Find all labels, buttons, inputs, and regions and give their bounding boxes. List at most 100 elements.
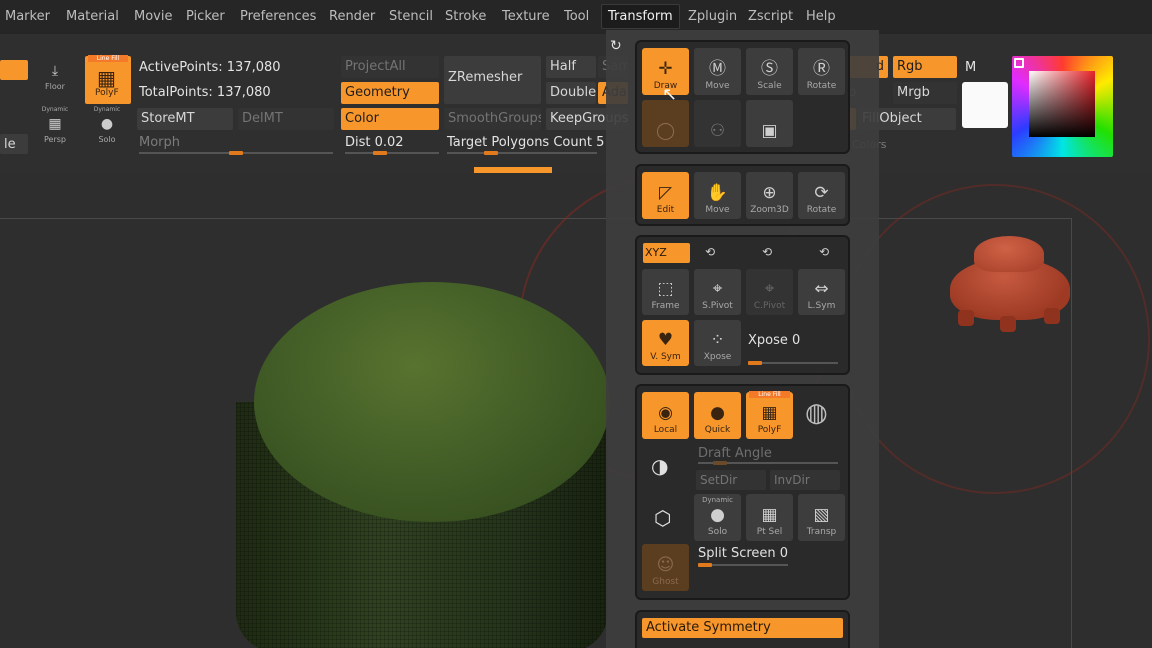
menu-bar: Marker Material Movie Picker Preferences… bbox=[0, 0, 1152, 34]
quick-sphere-icon: ● bbox=[710, 403, 725, 423]
rotate-view-button[interactable]: ⟳ Rotate bbox=[798, 172, 845, 219]
menu-stroke[interactable]: Stroke bbox=[445, 9, 486, 24]
rotate-z-icon[interactable]: ⟲ bbox=[819, 245, 829, 259]
cube-icon[interactable]: ⬡ bbox=[654, 506, 671, 530]
dock-tab-indicator[interactable] bbox=[474, 167, 552, 173]
transp-icon: ▧ bbox=[813, 505, 830, 525]
setdir-button[interactable]: SetDir bbox=[696, 470, 766, 490]
scale-button[interactable]: Ⓢ Scale bbox=[746, 48, 793, 95]
m-button[interactable]: M bbox=[965, 60, 976, 75]
menu-render[interactable]: Render bbox=[329, 9, 375, 24]
menu-zplugin[interactable]: Zplugin bbox=[688, 9, 737, 24]
menu-movie[interactable]: Movie bbox=[134, 9, 172, 24]
xpose-slider-label: Xpose 0 bbox=[748, 333, 801, 348]
xpose-slider-thumb[interactable] bbox=[748, 361, 762, 365]
menu-help[interactable]: Help bbox=[806, 9, 836, 24]
mrgb-button[interactable]: Mrgb bbox=[893, 82, 957, 104]
menu-stencil[interactable]: Stencil bbox=[389, 9, 433, 24]
ghost-icon: ☺ bbox=[656, 555, 675, 575]
local-button[interactable]: ◉ Local bbox=[642, 392, 689, 439]
smooth-groups-button[interactable]: SmoothGroups bbox=[444, 108, 541, 130]
color-button[interactable]: Color bbox=[341, 108, 439, 130]
color-picker-square[interactable] bbox=[1029, 71, 1095, 137]
persp-button[interactable]: Dynamic ▦ Persp bbox=[40, 106, 70, 144]
menu-transform[interactable]: Transform bbox=[601, 4, 680, 29]
xyz-button[interactable]: XYZ bbox=[643, 243, 690, 263]
frame-button[interactable]: ⬚ Frame bbox=[642, 269, 689, 315]
rotate-button[interactable]: Ⓡ Rotate bbox=[798, 48, 845, 95]
invdir-button[interactable]: InvDir bbox=[770, 470, 840, 490]
persp-tag: Dynamic bbox=[41, 106, 69, 113]
partial-orange-button[interactable] bbox=[0, 60, 28, 80]
mouse-cursor-icon: ↖ bbox=[662, 84, 678, 105]
menu-marker[interactable]: Marker bbox=[5, 9, 50, 24]
pot-leg-right bbox=[1044, 308, 1060, 324]
menu-preferences[interactable]: Preferences bbox=[240, 9, 316, 24]
morph-slider-thumb[interactable] bbox=[229, 151, 243, 155]
dist-slider[interactable] bbox=[345, 152, 439, 154]
snapshot-button[interactable]: ▣ bbox=[746, 100, 793, 147]
polyf-panel-button[interactable]: Line Fill ▦ PolyF bbox=[746, 391, 793, 439]
quick-button[interactable]: ● Quick bbox=[694, 392, 741, 439]
xpose-icon: ⁘ bbox=[710, 330, 725, 350]
rotation-gizmo-ring-2 bbox=[840, 184, 1150, 494]
menu-picker[interactable]: Picker bbox=[186, 9, 225, 24]
spivot-button[interactable]: ⌖ S.Pivot bbox=[694, 269, 741, 315]
target-polygons-slider[interactable] bbox=[447, 152, 597, 154]
hand-icon: ✋ bbox=[706, 183, 729, 203]
draft-angle-label: Draft Angle bbox=[698, 446, 772, 461]
rgb-button[interactable]: Rgb bbox=[893, 56, 957, 78]
partial-left-button[interactable]: le bbox=[0, 134, 28, 154]
transp-button[interactable]: ▧ Transp bbox=[798, 494, 845, 541]
wire-sphere-icon[interactable]: ◍ bbox=[805, 398, 828, 428]
draft-angle-slider-thumb[interactable] bbox=[713, 461, 727, 465]
target-polygons-slider-thumb[interactable] bbox=[484, 151, 498, 155]
zremesher-button[interactable]: ZRemesher bbox=[444, 56, 541, 104]
vsym-button[interactable]: ♥ V. Sym bbox=[642, 320, 689, 366]
rotate-label: Rotate bbox=[806, 81, 837, 91]
rotate-ccw-icon[interactable]: ↻ bbox=[610, 38, 622, 54]
rotate-r-icon: Ⓡ bbox=[813, 59, 830, 79]
activate-symmetry-button[interactable]: Activate Symmetry bbox=[642, 618, 843, 638]
cpivot-button[interactable]: ⌖ C.Pivot bbox=[746, 269, 793, 315]
contrast-toggle-icon[interactable]: ◑ bbox=[651, 454, 668, 478]
lsym-button[interactable]: ⇔ L.Sym bbox=[798, 269, 845, 315]
ptsel-grid-icon: ▦ bbox=[761, 505, 778, 525]
ghost-button[interactable]: ☺ Ghost bbox=[642, 544, 689, 591]
split-screen-slider-label: Split Screen 0 bbox=[698, 546, 789, 561]
zoom3d-button[interactable]: ⊕ Zoom3D bbox=[746, 172, 793, 219]
ptsel-button[interactable]: ▦ Pt Sel bbox=[746, 494, 793, 541]
half-button[interactable]: Half bbox=[546, 56, 596, 78]
split-screen-slider-thumb[interactable] bbox=[698, 563, 712, 567]
rotate-y-icon[interactable]: ⟲ bbox=[762, 245, 772, 259]
rotate-x-icon[interactable]: ⟲ bbox=[705, 245, 715, 259]
menu-tool[interactable]: Tool bbox=[564, 9, 589, 24]
vsym-heart-icon: ♥ bbox=[657, 330, 674, 350]
menu-texture[interactable]: Texture bbox=[502, 9, 550, 24]
customize-gizmo-button[interactable]: ⚇ bbox=[694, 100, 741, 147]
xpose-button[interactable]: ⁘ Xpose bbox=[694, 320, 741, 366]
project-all-button[interactable]: ProjectAll bbox=[341, 56, 439, 78]
polyf-button[interactable]: Line Fill ▦ PolyF bbox=[85, 55, 131, 104]
main-color-swatch[interactable] bbox=[962, 82, 1008, 128]
transform-group-edit: ◸ Edit ✋ Move ⊕ Zoom3D ⟳ Rotate bbox=[635, 164, 850, 226]
menu-material[interactable]: Material bbox=[66, 9, 119, 24]
xpose-label: Xpose bbox=[703, 352, 732, 362]
local-icon: ◉ bbox=[658, 403, 673, 423]
del-mt-button[interactable]: DelMT bbox=[238, 108, 334, 130]
store-mt-button[interactable]: StoreMT bbox=[137, 108, 233, 130]
gizmo-mode-button[interactable]: ◯ bbox=[642, 100, 689, 147]
floor-button[interactable]: ⤓ Floor bbox=[40, 60, 70, 91]
move-button[interactable]: Ⓜ Move bbox=[694, 48, 741, 95]
color-picker-marker[interactable] bbox=[1014, 58, 1024, 68]
geometry-button[interactable]: Geometry bbox=[341, 82, 439, 104]
solo-panel-button[interactable]: Dynamic ● Solo bbox=[694, 494, 741, 541]
move-label: Move bbox=[705, 81, 730, 91]
transform-group-symmetry: XYZ ⟲ ⟲ ⟲ ⬚ Frame ⌖ S.Pivot ⌖ C.Pivot ⇔ … bbox=[635, 235, 850, 375]
solo-button[interactable]: Dynamic ● Solo bbox=[92, 106, 122, 144]
edit-button[interactable]: ◸ Edit bbox=[642, 172, 689, 219]
dist-slider-thumb[interactable] bbox=[373, 151, 387, 155]
menu-zscript[interactable]: Zscript bbox=[748, 9, 793, 24]
move-view-button[interactable]: ✋ Move bbox=[694, 172, 741, 219]
double-button[interactable]: Double bbox=[546, 82, 596, 104]
